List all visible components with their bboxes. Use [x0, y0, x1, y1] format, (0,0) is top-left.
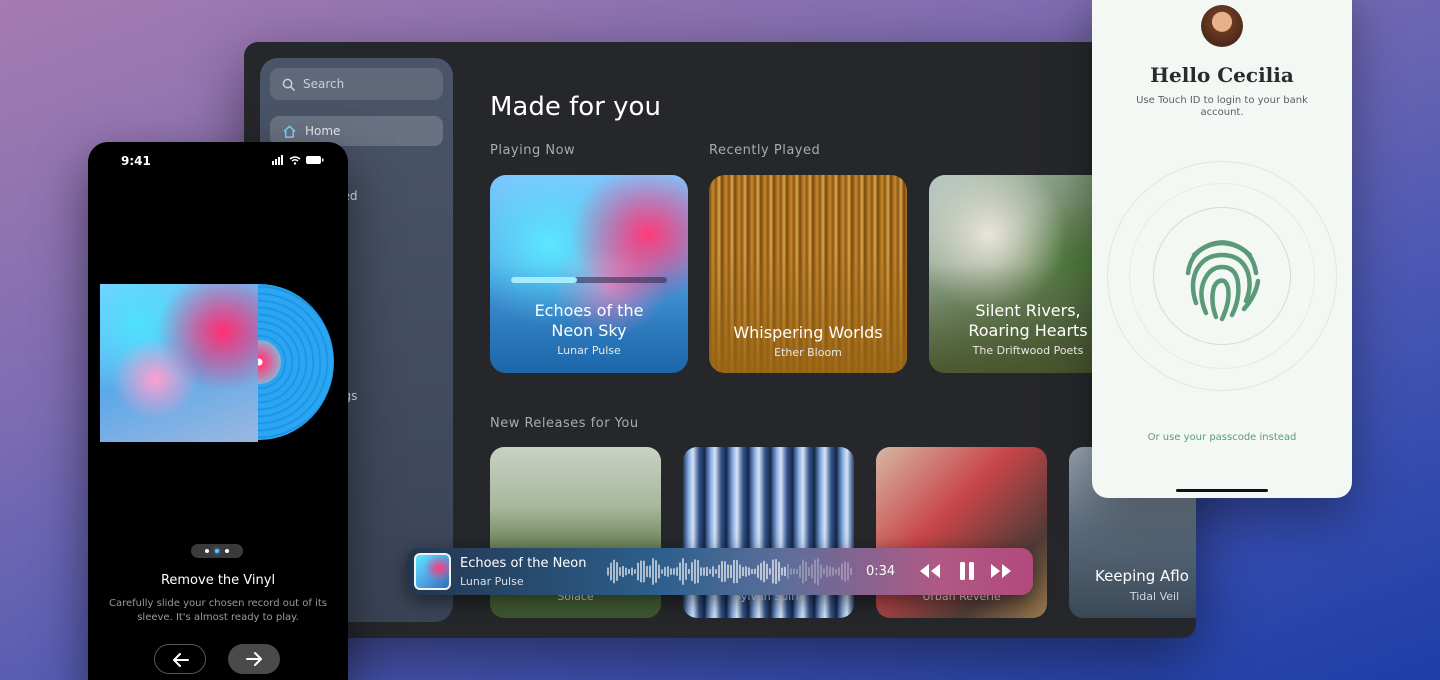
- passcode-link[interactable]: Or use your passcode instead: [1092, 432, 1352, 443]
- onboarding-body: Carefully slide your chosen record out o…: [108, 598, 327, 623]
- next-button[interactable]: [228, 644, 280, 674]
- album-title-line2: Neon Sky: [551, 321, 627, 340]
- page-title: Made for you: [490, 92, 661, 122]
- search-icon: [282, 78, 295, 91]
- login-subtitle: Use Touch ID to login to your bank accou…: [1136, 95, 1308, 118]
- mini-player-artist: Lunar Pulse: [460, 575, 524, 588]
- playback-progress[interactable]: [511, 277, 667, 283]
- album-title-line1: Silent Rivers,: [975, 301, 1081, 320]
- album-title-line1: Echoes of the: [534, 301, 644, 320]
- pause-button[interactable]: [955, 560, 979, 582]
- mini-player-artwork: [414, 553, 451, 590]
- arrow-right-icon: [246, 652, 262, 666]
- page-indicator: [191, 544, 243, 558]
- search-placeholder: Search: [303, 77, 345, 91]
- phone-vinyl-screen: 9:41 Remove the Vinyl Carefully slide yo…: [88, 142, 348, 680]
- back-button[interactable]: [154, 644, 206, 674]
- status-time: 9:41: [121, 154, 151, 168]
- fast-forward-button[interactable]: [989, 560, 1013, 582]
- rewind-button[interactable]: [918, 560, 942, 582]
- page-dot: [225, 549, 229, 553]
- album-title-line2: Roaring Hearts: [968, 321, 1088, 340]
- release-artist: Tidal Veil: [1129, 590, 1180, 603]
- mini-player[interactable]: Echoes of the Neon Lunar Pulse 0:34: [407, 548, 1033, 595]
- home-indicator: [1176, 489, 1268, 492]
- bank-login-screen: Hello Cecilia Use Touch ID to login to y…: [1092, 0, 1352, 498]
- page-dot: [215, 549, 219, 553]
- section-playing-now: Playing Now: [490, 143, 576, 158]
- greeting: Hello Cecilia: [1150, 63, 1294, 87]
- playing-now-card[interactable]: Echoes of the Neon Sky Lunar Pulse: [490, 175, 688, 373]
- album-artist: Ether Bloom: [774, 346, 842, 359]
- status-icons: [272, 155, 324, 165]
- section-recently-played: Recently Played: [709, 143, 821, 158]
- onboarding-heading: Remove the Vinyl: [160, 573, 276, 588]
- section-new-releases: New Releases for You: [490, 416, 639, 431]
- fingerprint-icon[interactable]: [1172, 225, 1272, 325]
- home-icon: [283, 125, 296, 138]
- recent-album-card[interactable]: Whispering Worlds Ether Bloom: [709, 175, 907, 373]
- elapsed-time: 0:34: [866, 564, 896, 579]
- mini-player-title: Echoes of the Neon: [460, 556, 587, 571]
- album-title: Whispering Worlds: [733, 323, 883, 342]
- page-dot: [205, 549, 209, 553]
- sidebar-item-label: Home: [305, 124, 341, 138]
- album-sleeve: [100, 284, 258, 442]
- search-input[interactable]: Search: [270, 68, 443, 100]
- album-artist: Lunar Pulse: [557, 344, 621, 357]
- arrow-left-icon: [173, 653, 189, 667]
- waveform-scrubber[interactable]: [607, 556, 852, 587]
- release-title: Keeping Aflo: [1095, 567, 1189, 585]
- album-artist: The Driftwood Poets: [972, 344, 1084, 357]
- playback-progress-fill: [511, 277, 577, 283]
- avatar: [1201, 5, 1243, 47]
